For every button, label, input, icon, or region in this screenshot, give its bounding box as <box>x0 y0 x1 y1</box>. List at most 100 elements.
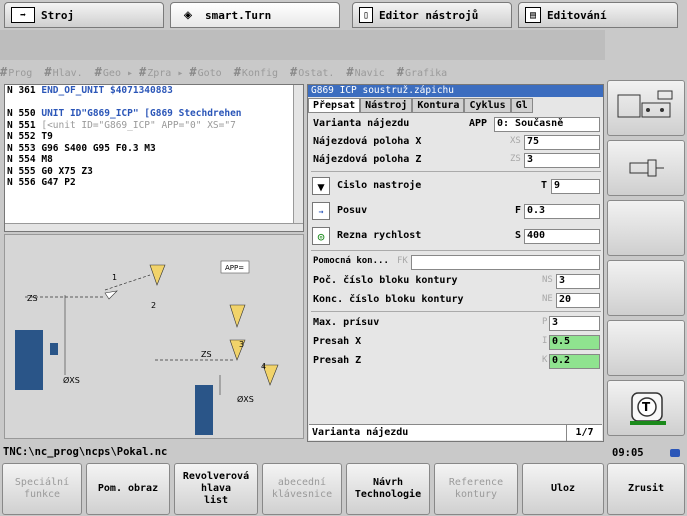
file-path-status: TNC:\nc_prog\ncps\Pokal.nc <box>0 444 605 460</box>
row-pomocna-kontura: Pomocná kon... FK <box>311 253 601 270</box>
tool-t-icon: T <box>630 392 666 425</box>
i-input[interactable]: 0.5 <box>549 335 600 350</box>
softkey-abecedni-klavesnice[interactable]: abecední klávesnice <box>262 463 342 515</box>
tool-holder-icon <box>629 159 664 177</box>
right-softkey-3[interactable] <box>607 200 685 256</box>
menu-item-navic[interactable]: #Navic <box>346 65 390 79</box>
row-presah-x: Presah X I 0.5 <box>311 333 601 350</box>
menu-item-zpra[interactable]: #Zpra ▸ <box>139 65 183 79</box>
menu-item-goto[interactable]: #Goto <box>189 65 227 79</box>
tab-prepsat[interactable]: Přepsat <box>308 98 361 113</box>
k-input[interactable]: 0.2 <box>549 354 600 369</box>
cycle-form: G869 ICP soustruž.zápichu Přepsat Nástro… <box>307 84 604 442</box>
view-config-button[interactable] <box>607 80 685 136</box>
mode-tab-smart-turn[interactable]: ◈ smart.Turn <box>170 2 340 28</box>
row-rezna-rychlost: ◎ Rezna rychlost S 400 <box>311 225 601 247</box>
graphic-label-1: 1 <box>112 273 117 282</box>
speed-input[interactable]: 400 <box>524 229 600 244</box>
softkey-zrusit[interactable]: Zrusit <box>607 463 685 515</box>
graphic-label-app: APP= <box>225 264 244 272</box>
mode-tab-editor-nastroju[interactable]: ▯ Editor nástrojů <box>352 2 512 28</box>
program-path: TNC:\nc_prog\ncps\Pokal.nc <box>3 446 168 458</box>
tab-gl[interactable]: Gl <box>510 98 533 113</box>
softkey-reference-kontury[interactable]: Reference kontury <box>434 463 518 515</box>
tab-nastroj[interactable]: Nástroj <box>360 98 413 113</box>
p-input[interactable]: 3 <box>549 316 600 331</box>
tool-icon[interactable]: ▼ <box>312 177 330 195</box>
edit-icon: ▤ <box>525 7 541 23</box>
mode-tab-stroj[interactable]: ➡ Stroj <box>4 2 164 28</box>
program-line[interactable]: N 552 T9 <box>5 131 303 143</box>
ns-input[interactable]: 3 <box>556 274 600 289</box>
graphic-label-zs: ZS <box>201 350 212 359</box>
menu-item-hlav[interactable]: #Hlav. <box>44 65 88 79</box>
graphic-label-zs: ZS <box>27 294 38 303</box>
divider <box>311 250 601 251</box>
menu-item-konfig[interactable]: #Konfig <box>234 65 284 79</box>
softkey-specialni-funkce[interactable]: Speciální funkce <box>2 463 82 515</box>
program-listing[interactable]: N 361 END_OF_UNIT $4071340883 N 550 UNIT… <box>4 84 304 232</box>
menu-item-prog[interactable]: #Prog <box>0 65 38 79</box>
right-softkey-5[interactable] <box>607 320 685 376</box>
program-line[interactable]: N 361 END_OF_UNIT $4071340883 <box>5 85 303 97</box>
mode-tab-label: smart.Turn <box>205 8 272 22</box>
clock-time: 09:05 <box>612 447 644 459</box>
graphic-label-xs: ØXS <box>63 375 80 385</box>
tool-number-input[interactable]: 9 <box>551 179 600 194</box>
mode-tab-editovani[interactable]: ▤ Editování <box>518 2 678 28</box>
divider <box>311 311 601 312</box>
program-line[interactable]: N 551 [<unit ID="G869_ICP" APP="0" XS="7 <box>5 120 303 132</box>
program-line[interactable]: N 554 M8 <box>5 154 303 166</box>
row-max-prisuv: Max. prísuv P 3 <box>311 314 601 331</box>
help-graphic: ZS ØXS ZS ØXS 1 2 3 4 APP= <box>4 234 304 439</box>
diamond-arrow-icon: ◈ <box>183 7 193 23</box>
approach-select[interactable]: 0: Současně <box>494 117 600 132</box>
program-line[interactable]: N 550 UNIT ID"G869_ICP" [G869 Stechdrehe… <box>5 108 303 120</box>
zs-input[interactable]: 3 <box>524 153 600 168</box>
machine-view-icon <box>617 90 673 118</box>
row-najezdova-poloha-x: Nájezdová poloha X XS 75 <box>311 133 601 150</box>
feed-input[interactable]: 0.3 <box>524 204 600 219</box>
xs-input[interactable]: 75 <box>524 135 600 150</box>
form-title: G869 ICP soustruž.zápichu <box>308 85 603 97</box>
right-softkey-4[interactable] <box>607 260 685 316</box>
menu-item-geo[interactable]: #Geo ▸ <box>95 65 133 79</box>
program-hscrollbar[interactable] <box>5 223 303 231</box>
ne-input[interactable]: 20 <box>556 293 600 308</box>
arrow-right-icon: ➡ <box>11 7 35 23</box>
program-line[interactable]: N 555 G0 X75 Z3 <box>5 166 303 178</box>
tool-select-button[interactable]: T <box>607 380 685 436</box>
program-line[interactable]: N 553 G96 S400 G95 F0.3 M3 <box>5 143 303 155</box>
tool-holder-button[interactable] <box>607 140 685 196</box>
graphic-label-4: 4 <box>261 362 266 371</box>
softkey-revolverova-hlava[interactable]: Revolverová hlava list <box>174 463 258 515</box>
tab-kontura[interactable]: Kontura <box>412 98 465 113</box>
row-najezdova-poloha-z: Nájezdová poloha Z ZS 3 <box>311 151 601 168</box>
softkey-pom-obraz[interactable]: Pom. obraz <box>86 463 170 515</box>
menu-item-ostat[interactable]: #Ostat. <box>290 65 340 79</box>
program-line[interactable]: N 556 G47 P2 <box>5 177 303 189</box>
fk-input[interactable] <box>411 255 600 270</box>
program-line[interactable] <box>5 97 303 109</box>
connection-icon <box>670 449 680 457</box>
graphic-label-xs: ØXS <box>237 394 254 404</box>
softkey-navrh-technologie[interactable]: Návrh Technologie <box>346 463 430 515</box>
feed-icon[interactable]: → <box>312 202 330 220</box>
form-tabs: Přepsat Nástroj Kontura Cyklus Gl <box>308 98 603 113</box>
row-poc-cislo-bloku: Poč. číslo bloku kontury NS 3 <box>311 272 601 289</box>
header-strip <box>0 30 605 60</box>
graphic-label-2: 2 <box>151 301 156 310</box>
tool-editor-icon: ▯ <box>359 7 373 23</box>
clock: 09:05 <box>612 447 684 461</box>
row-konc-cislo-bloku: Konc. číslo bloku kontury NE 20 <box>311 291 601 308</box>
tab-cyklus[interactable]: Cyklus <box>464 98 511 113</box>
menu-bar: #Prog #Hlav. #Geo ▸ #Zpra ▸ #Goto #Konfig … <box>0 62 605 82</box>
field-hint: Varianta nájezdu <box>312 427 409 438</box>
menu-item-grafika[interactable]: #Grafika <box>397 65 453 79</box>
program-scrollbar[interactable] <box>293 85 303 231</box>
mode-tab-label: Stroj <box>41 8 75 22</box>
divider <box>311 171 601 172</box>
spindle-speed-icon[interactable]: ◎ <box>312 227 330 245</box>
row-cislo-nastroje: ▼ Cislo nastroje T 9 <box>311 175 601 197</box>
softkey-uloz[interactable]: Uloz <box>522 463 604 515</box>
